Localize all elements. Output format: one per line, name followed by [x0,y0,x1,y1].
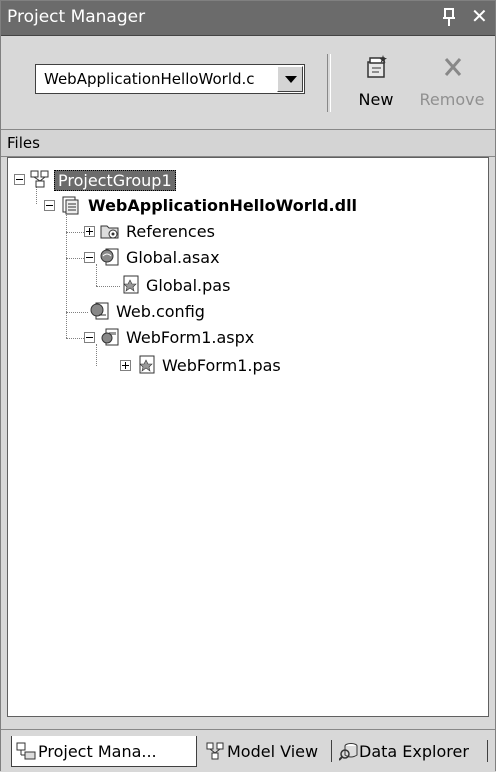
tree-node-webform-pas[interactable]: WebForm1.pas [120,354,320,378]
expand-toggle-icon[interactable] [84,226,95,237]
tab-model-view[interactable]: Model View [203,736,327,766]
global-asax-label: Global.asax [126,248,220,267]
tree-node-references[interactable]: References [84,220,284,244]
tab-project-manager[interactable]: Project Mana... [11,736,197,767]
project-selector-value: WebApplicationHelloWorld.c [44,70,255,88]
pin-icon[interactable] [441,6,457,28]
pascal-file-icon [139,355,155,374]
window-title: Project Manager [7,7,146,27]
tree-connector [66,210,67,338]
bottom-tab-strip: Project Mana... Model View Data Explorer [1,729,495,772]
files-header-label: Files [7,134,40,152]
webform-pas-label: WebForm1.pas [162,356,281,375]
webform-aspx-label: WebForm1.aspx [126,328,255,347]
expand-toggle-icon[interactable] [120,360,131,371]
model-view-icon [206,742,224,760]
new-button-label: New [358,90,394,109]
tree-connector [96,286,120,287]
tree-node-web-config[interactable]: Web.config [84,300,284,324]
tab-data-explorer[interactable]: Data Explorer [337,736,487,766]
new-item-icon [367,55,387,78]
project-manager-window: Project Manager ✕ WebApplicationHelloWor… [0,0,496,772]
combo-dropdown-arrow-icon[interactable] [277,66,303,92]
toolbar-separator [327,54,331,112]
collapse-toggle-icon[interactable] [14,174,25,185]
projectgroup-label: ProjectGroup1 [54,170,176,191]
tab-model-view-label: Model View [227,742,319,761]
references-folder-icon [100,225,119,239]
tree-node-global-asax[interactable]: Global.asax [84,246,284,270]
tree-node-webform-aspx[interactable]: WebForm1.aspx [84,326,304,350]
new-button[interactable]: New [341,52,411,116]
title-bar[interactable]: Project Manager ✕ [1,1,495,36]
asax-file-icon [100,248,119,266]
tab-separator [487,740,488,762]
project-tree[interactable]: ProjectGroup1 WebApplicationHelloWorld.d… [7,157,489,717]
references-label: References [126,222,215,241]
close-icon[interactable]: ✕ [471,4,488,28]
data-explorer-icon [339,743,358,761]
remove-button[interactable]: Remove [417,52,487,116]
remove-button-label: Remove [419,90,485,109]
project-manager-icon [16,742,36,760]
pascal-file-icon [123,275,139,294]
tree-node-projectgroup[interactable]: ProjectGroup1 [14,168,234,192]
files-header: Files [1,129,495,157]
tab-project-manager-label: Project Mana... [38,742,157,761]
tree-node-assembly[interactable]: WebApplicationHelloWorld.dll [44,194,464,218]
config-file-icon [90,302,109,320]
assembly-icon [62,196,79,215]
collapse-toggle-icon[interactable] [84,332,95,343]
assembly-label: WebApplicationHelloWorld.dll [88,196,358,215]
toolbar: WebApplicationHelloWorld.c New Remove [1,36,495,124]
remove-x-icon [444,58,462,76]
aspx-file-icon [101,328,119,346]
collapse-toggle-icon[interactable] [44,200,55,211]
tab-data-explorer-label: Data Explorer [359,742,469,761]
web-config-label: Web.config [116,302,205,321]
tab-separator [331,740,332,762]
project-group-icon [30,170,49,188]
project-selector-combo[interactable]: WebApplicationHelloWorld.c [35,64,305,94]
tree-node-global-pas[interactable]: Global.pas [120,274,320,298]
collapse-toggle-icon[interactable] [84,252,95,263]
global-pas-label: Global.pas [146,276,231,295]
